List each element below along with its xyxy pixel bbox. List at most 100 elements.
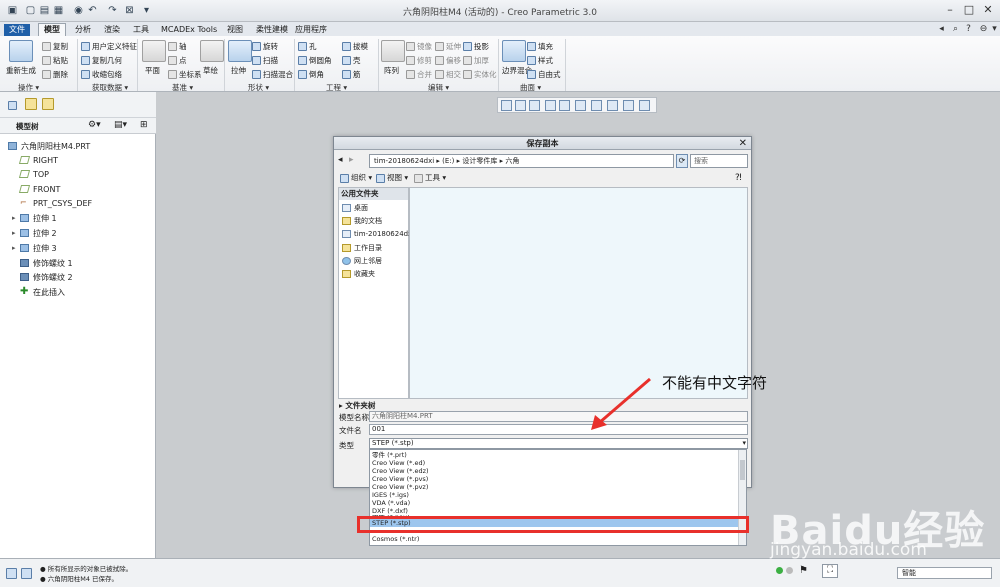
search-icon[interactable]: ⌕ — [950, 24, 961, 35]
place-computer[interactable]: tim-20180624dxi — [342, 228, 414, 239]
shrinkwrap-button[interactable]: 收缩包络 — [81, 69, 122, 80]
views-menu[interactable]: 视图 ▾ — [376, 171, 408, 185]
tab-tools[interactable]: 工具 — [128, 24, 154, 36]
thicken-button[interactable]: 加厚 — [463, 55, 489, 66]
more-icon[interactable]: ▾ — [989, 24, 1000, 35]
place-favorites[interactable]: 收藏夹 — [342, 268, 375, 279]
type-option[interactable]: Cosmos (*.ntr) — [372, 535, 732, 543]
rib-button[interactable]: 筋 — [342, 69, 361, 80]
close-icon[interactable]: ✕ — [980, 3, 996, 17]
round-button[interactable]: 倒圆角 — [298, 55, 332, 66]
style-button[interactable]: 样式 — [527, 55, 553, 66]
folder-tree-toggle[interactable]: ▸ 文件夹树 — [339, 400, 375, 411]
group-engineering[interactable]: 工程 ▾ — [326, 82, 347, 92]
plane-icon[interactable] — [142, 40, 166, 62]
annotation-display-icon[interactable] — [639, 100, 650, 111]
csys-button[interactable]: 坐标系 — [168, 69, 202, 80]
tree-item-extrude-1[interactable]: ▸ 拉伸 1 — [12, 212, 57, 224]
group-get-data[interactable]: 获取数据 ▾ — [92, 82, 128, 92]
view-manager-icon[interactable] — [591, 100, 602, 111]
extend-button[interactable]: 延伸 — [435, 41, 461, 52]
organize-menu[interactable]: 组织 ▾ — [340, 171, 372, 185]
copy-button[interactable]: 复制 — [42, 41, 68, 52]
swept-blend-button[interactable]: 扫描混合 — [252, 69, 293, 80]
hole-button[interactable]: 孔 — [298, 41, 317, 52]
tree-settings-icon[interactable]: ⚙▾ — [88, 120, 101, 130]
back-icon[interactable]: ◂ — [936, 24, 947, 35]
revolve-button[interactable]: 旋转 — [252, 41, 278, 52]
tree-item-extrude-2[interactable]: ▸ 拉伸 2 — [12, 227, 57, 239]
favorites-tab-icon[interactable] — [42, 98, 54, 110]
type-option[interactable]: 零件 (*.prt) — [372, 451, 732, 459]
draft-button[interactable]: 拔模 — [342, 41, 368, 52]
trim-button[interactable]: 修剪 — [406, 55, 432, 66]
tree-item-top[interactable]: TOP — [18, 168, 49, 180]
tree-item-part[interactable]: 六角阴阳柱M4.PRT — [8, 140, 90, 152]
project-button[interactable]: 投影 — [463, 41, 489, 52]
mirror-button[interactable]: 镜像 — [406, 41, 432, 52]
chamfer-button[interactable]: 倒角 — [298, 69, 324, 80]
tab-model[interactable]: 模型 — [38, 23, 66, 36]
paste-button[interactable]: 粘贴 — [42, 55, 68, 66]
sketch-button[interactable]: 草绘 — [203, 65, 218, 76]
offset-button[interactable]: 偏移 — [435, 55, 461, 66]
tree-item-extrude-3[interactable]: ▸ 拉伸 3 — [12, 242, 57, 254]
address-bar[interactable]: tim-20180624dxi ▸ (E:) ▸ 设计零件库 ▸ 六角 — [369, 154, 674, 168]
shell-button[interactable]: 壳 — [342, 55, 361, 66]
command-help-icon[interactable]: ⁈ — [735, 171, 742, 185]
flag-icon[interactable]: ⚑ — [799, 565, 808, 576]
type-option[interactable]: Creo View (*.pvz) — [372, 483, 732, 491]
tab-render[interactable]: 渲染 — [99, 24, 125, 36]
selection-filter[interactable]: 智能 — [897, 567, 992, 579]
group-surfaces[interactable]: 曲面 ▾ — [520, 82, 541, 92]
boundary-blend-icon[interactable] — [502, 40, 526, 62]
place-network[interactable]: 网上邻居 — [342, 255, 382, 266]
graphics-toolbar-icon[interactable] — [21, 568, 32, 579]
user-feature-button[interactable]: 用户定义特征 — [81, 41, 137, 52]
tab-flexible[interactable]: 柔性建模 — [251, 24, 293, 36]
zoom-out-icon[interactable] — [529, 100, 540, 111]
filename-input[interactable]: 001 — [369, 424, 748, 435]
chevron-down-icon[interactable]: ▾ — [742, 439, 746, 448]
saved-views-icon[interactable] — [575, 100, 586, 111]
solidify-button[interactable]: 实体化 — [463, 69, 497, 80]
maximize-icon[interactable]: □ — [961, 3, 977, 17]
zoom-in-icon[interactable] — [515, 100, 526, 111]
point-button[interactable]: 点 — [168, 55, 187, 66]
axis-button[interactable]: 轴 — [168, 41, 187, 52]
nav-back-icon[interactable]: ◂ — [338, 155, 343, 165]
merge-button[interactable]: 合并 — [406, 69, 432, 80]
tree-item-right[interactable]: RIGHT — [18, 154, 58, 166]
fill-button[interactable]: 填充 — [527, 41, 553, 52]
binoculars-icon[interactable]: ⛶ — [822, 564, 838, 578]
tab-applications[interactable]: 应用程序 — [290, 24, 332, 36]
sketch-icon[interactable] — [200, 40, 224, 62]
tree-show-icon[interactable]: ▤▾ — [114, 120, 127, 130]
delete-button[interactable]: 删除 — [42, 69, 68, 80]
group-datum[interactable]: 基准 ▾ — [172, 82, 193, 92]
tree-item-thread-2[interactable]: 修饰螺纹 2 — [20, 271, 73, 283]
type-select[interactable]: STEP (*.stp) ▾ — [369, 438, 748, 449]
tab-view[interactable]: 视图 — [222, 24, 248, 36]
extrude-button[interactable]: 拉伸 — [231, 65, 246, 76]
perspective-icon[interactable] — [607, 100, 618, 111]
regenerate-button[interactable]: 重新生成 — [6, 65, 36, 76]
dialog-search-input[interactable]: 搜索 — [690, 154, 748, 168]
type-option[interactable]: IGES (*.igs) — [372, 491, 732, 499]
group-operations[interactable]: 操作 ▾ — [18, 82, 39, 92]
message-log-icon[interactable] — [6, 568, 17, 579]
tree-item-front[interactable]: FRONT — [18, 183, 60, 195]
sweep-button[interactable]: 扫描 — [252, 55, 278, 66]
tab-analysis[interactable]: 分析 — [70, 24, 96, 36]
type-option[interactable]: Creo View (*.pvs) — [372, 475, 732, 483]
file-list-pane[interactable] — [409, 187, 748, 399]
tree-item-csys[interactable]: ⌐ PRT_CSYS_DEF — [20, 197, 92, 209]
tab-mcadex[interactable]: MCADEx Tools — [156, 24, 222, 36]
plane-button[interactable]: 平面 — [145, 65, 160, 76]
place-documents[interactable]: 我的文档 — [342, 215, 382, 226]
tools-menu[interactable]: 工具 ▾ — [414, 171, 446, 185]
tab-file[interactable]: 文件 — [4, 24, 30, 36]
pattern-button[interactable]: 阵列 — [384, 65, 399, 76]
place-working-directory[interactable]: 工作目录 — [342, 242, 382, 253]
display-style-icon[interactable] — [559, 100, 570, 111]
